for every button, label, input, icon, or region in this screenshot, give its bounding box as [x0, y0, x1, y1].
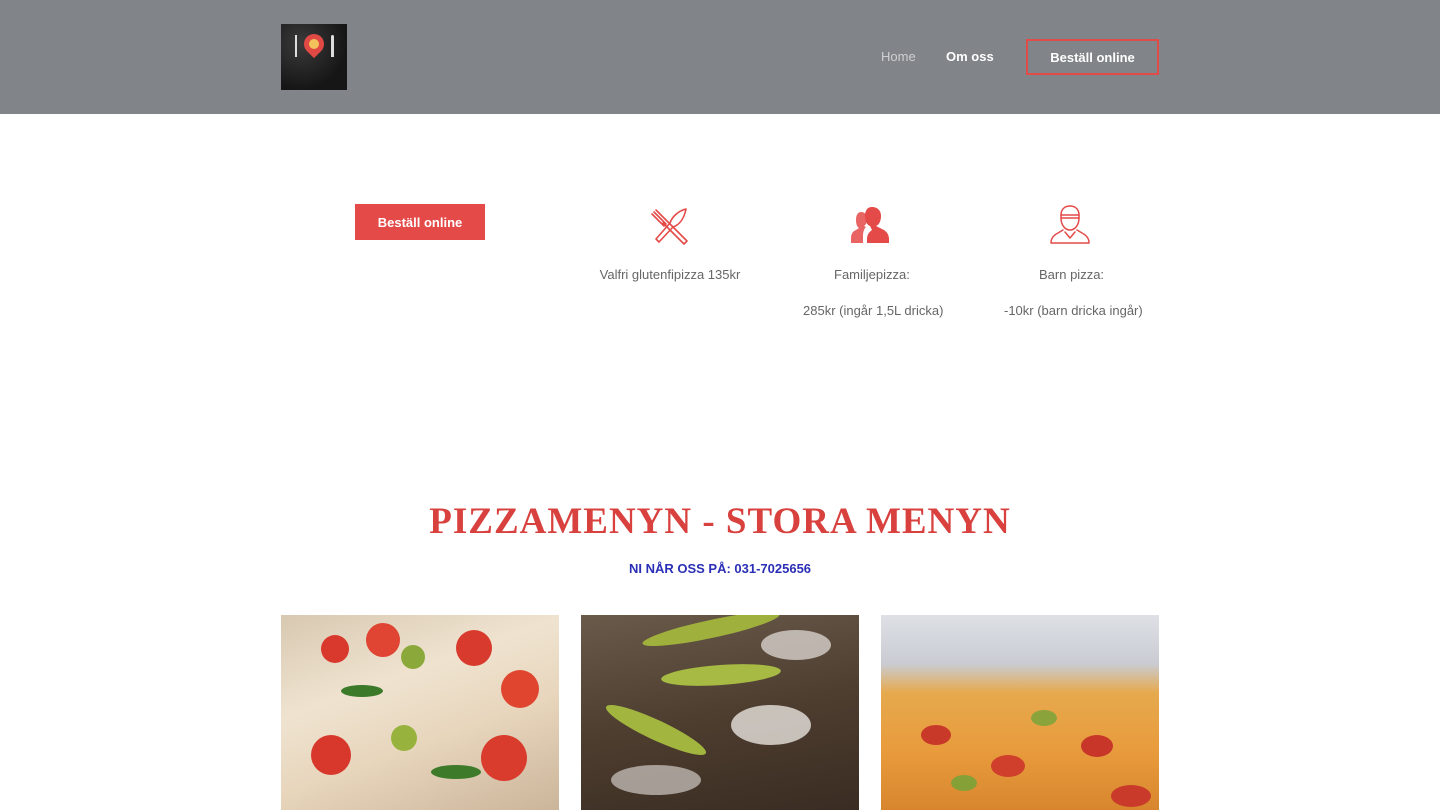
topping-3 [1081, 735, 1113, 757]
arugula-1 [341, 685, 383, 697]
tomato-slice-3 [456, 630, 492, 666]
menu-title: PIZZAMENYN - STORA MENYN [429, 501, 1011, 542]
jalapeno-1 [401, 645, 425, 669]
tomato-slice-4 [501, 670, 539, 708]
sauce-3 [611, 765, 701, 795]
feature-gluten-text: Valfri glutenfipizza 135kr [599, 267, 741, 282]
phone-line: NI NÅR OSS PÅ: 031-7025656 [628, 561, 812, 576]
tomato-slice-5 [311, 735, 351, 775]
nav-order-online-button[interactable]: Beställ online [1026, 39, 1159, 75]
fork-knife-icon [651, 208, 688, 245]
feature-family-price: 285kr (ingår 1,5L dricka) [803, 303, 944, 318]
sauce-1 [731, 705, 811, 745]
feature-kids-price: -10kr (barn dricka ingår) [1004, 303, 1143, 318]
nav-home-link[interactable]: Home [881, 49, 916, 64]
feature-family-title: Familjepizza: [834, 267, 910, 282]
people-icon [851, 207, 889, 243]
tomato-slice-2 [366, 623, 400, 657]
order-online-button[interactable]: Beställ online [355, 204, 485, 240]
child-chef-icon [1050, 205, 1090, 244]
jalapeno-2 [391, 725, 417, 751]
sauce-2 [761, 630, 831, 660]
pizza-photo-3[interactable] [881, 615, 1159, 810]
nav-about-link[interactable]: Om oss [946, 49, 994, 64]
logo-pizza-icon [309, 39, 319, 49]
topping-4 [1031, 710, 1057, 726]
pizza-photo-1[interactable] [281, 615, 559, 810]
pepper-1 [640, 615, 782, 653]
topping-6 [1111, 785, 1151, 807]
feature-kids-title: Barn pizza: [1039, 267, 1105, 282]
tomato-slice-1 [321, 635, 349, 663]
topping-2 [991, 755, 1025, 777]
tomato-slice-6 [481, 735, 527, 781]
logo-fork-icon [295, 35, 297, 57]
arugula-2 [431, 765, 481, 779]
pepper-3 [601, 697, 711, 763]
topping-5 [951, 775, 977, 791]
site-header: Home Om oss Beställ online [0, 0, 1440, 114]
pepper-2 [660, 660, 782, 690]
pizza-photo-2[interactable] [581, 615, 859, 810]
topping-1 [921, 725, 951, 745]
logo-knife-icon [331, 35, 334, 57]
site-logo[interactable] [281, 24, 347, 90]
